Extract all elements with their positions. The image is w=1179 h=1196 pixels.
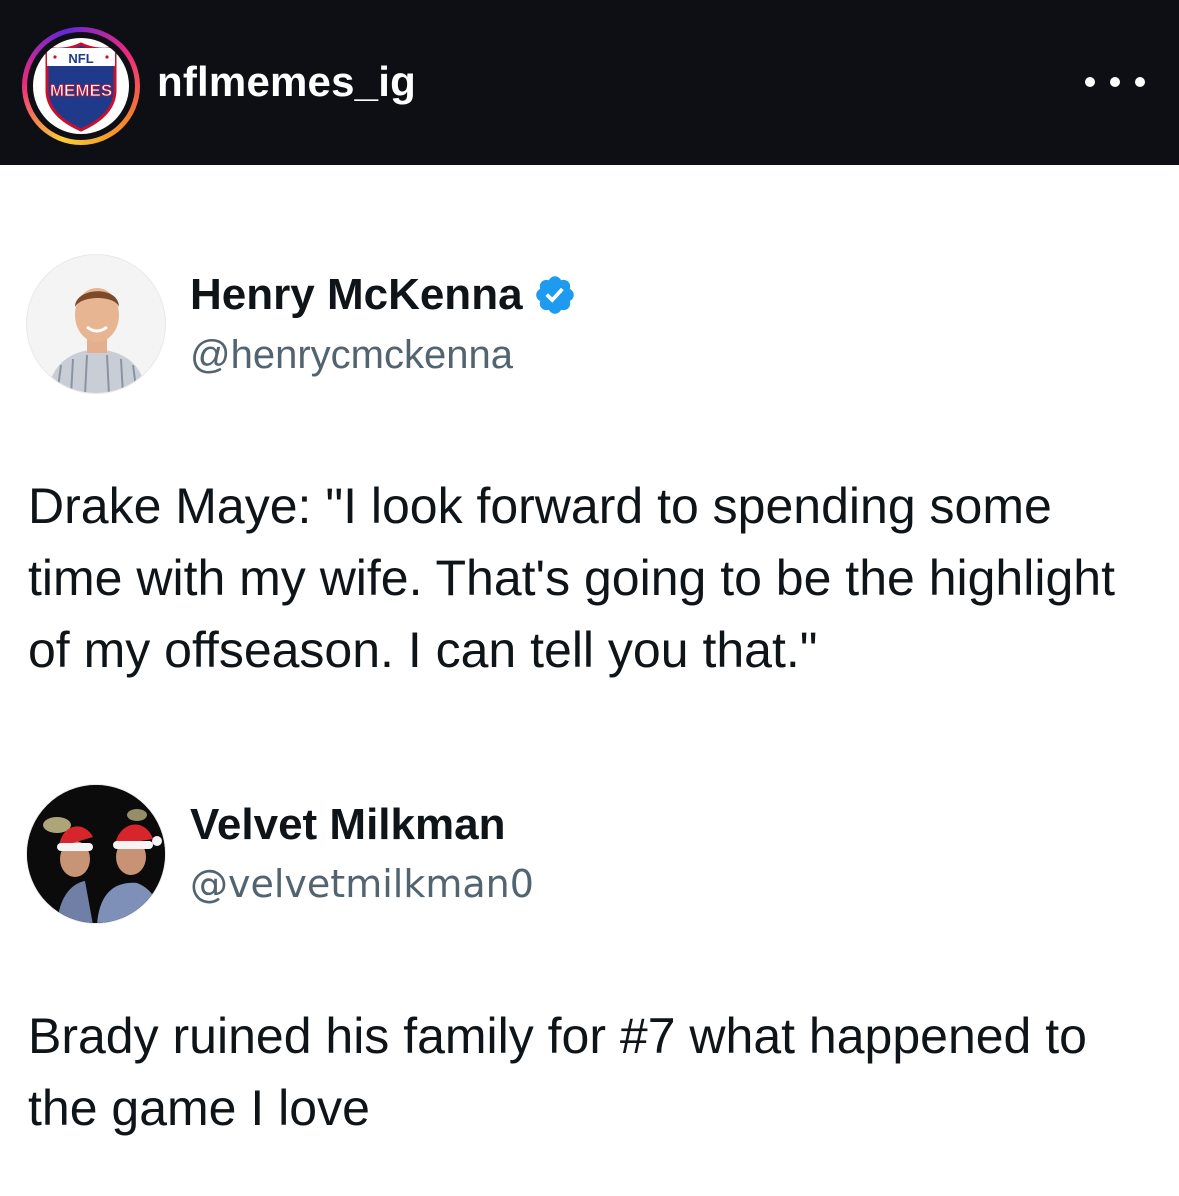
tweet-author-handle[interactable]: @henrycmckenna xyxy=(190,333,513,378)
tweet-text: Brady ruined his family for #7 what happ… xyxy=(28,1008,1087,1136)
profile-avatar[interactable]: NFL MEMES xyxy=(22,27,140,145)
tweet-author-name[interactable]: Velvet Milkman xyxy=(190,800,505,850)
tweet-author-handle[interactable]: @velvetmilkman0 xyxy=(190,862,534,906)
velvet-milkman-avatar[interactable] xyxy=(26,784,166,924)
nfl-memes-shield-icon: NFL MEMES xyxy=(45,42,117,132)
verified-badge-icon xyxy=(535,276,574,314)
ellipsis-icon[interactable] xyxy=(1085,62,1145,102)
logo-text-memes: MEMES xyxy=(50,81,112,100)
tweet-author-name[interactable]: Henry McKenna xyxy=(190,270,577,320)
instagram-username[interactable]: nflmemes_ig xyxy=(157,58,416,106)
instagram-post-header: NFL MEMES nflmemes_ig xyxy=(0,0,1179,165)
tweet-text: Drake Maye: "I look forward to spending … xyxy=(28,478,1115,678)
logo-text-nfl: NFL xyxy=(68,51,93,66)
person-avatar-icon xyxy=(27,255,165,393)
nfl-memes-logo: NFL MEMES xyxy=(33,38,129,134)
henry-mckenna-avatar[interactable] xyxy=(26,254,166,394)
santa-hat-avatar-icon xyxy=(27,785,165,923)
